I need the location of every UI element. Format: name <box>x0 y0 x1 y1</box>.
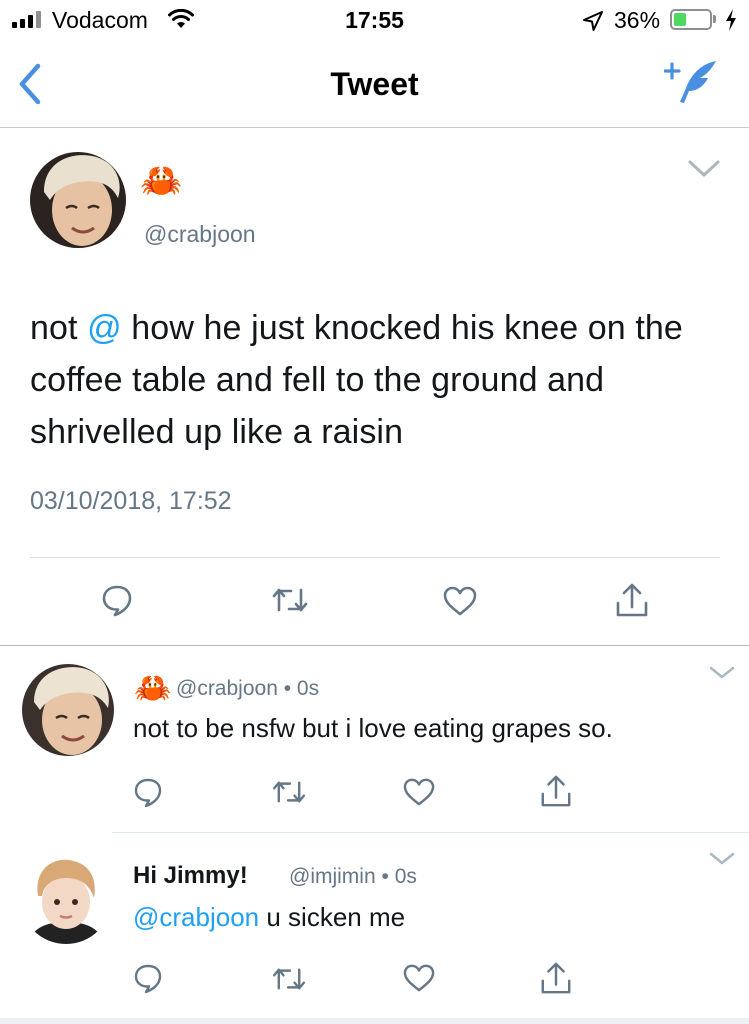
like-icon[interactable] <box>402 777 436 807</box>
tweet-timestamp: 03/10/2018, 17:52 <box>30 487 232 515</box>
reply-meta: @crabjoon • 0s <box>176 677 319 701</box>
chevron-down-icon[interactable] <box>687 158 721 180</box>
avatar[interactable] <box>22 664 114 756</box>
share-icon[interactable] <box>614 581 650 619</box>
reply-handle[interactable]: @crabjoon <box>176 677 278 700</box>
display-name-crab-emoji[interactable]: 🦀 <box>140 161 182 201</box>
divider <box>112 832 749 833</box>
reply-handle[interactable]: @imjimin <box>289 865 376 888</box>
reply-display-name[interactable]: Hi Jimmy! <box>133 862 248 890</box>
nav-divider <box>0 127 749 128</box>
reply-meta: @imjimin • 0s <box>289 865 417 889</box>
reply-icon[interactable] <box>133 777 163 809</box>
reply-icon[interactable] <box>101 584 133 618</box>
tweet-text: not @ how he just knocked his knee on th… <box>30 302 730 458</box>
reply-icon[interactable] <box>133 963 163 995</box>
compose-tweet-icon[interactable] <box>664 58 720 106</box>
charging-bolt-icon <box>726 9 736 31</box>
battery-icon <box>670 9 712 30</box>
like-icon[interactable] <box>442 585 478 617</box>
reply-text: @crabjoon u sicken me <box>133 902 405 933</box>
section-divider <box>0 645 749 646</box>
location-arrow-icon <box>583 11 603 31</box>
avatar[interactable] <box>20 852 112 944</box>
mention-link[interactable]: @crabjoon <box>133 902 259 932</box>
chevron-down-icon[interactable] <box>708 664 736 682</box>
page-title: Tweet <box>330 66 419 102</box>
chevron-down-icon[interactable] <box>708 850 736 868</box>
status-bar: Vodacom 17:55 36% <box>0 0 749 42</box>
meta-dot: • <box>283 677 292 700</box>
reply-time: 0s <box>296 677 320 700</box>
bottom-strip <box>0 1018 749 1024</box>
battery-cap <box>713 15 716 23</box>
divider <box>30 557 720 558</box>
reply-text-rest: u sicken me <box>259 902 406 932</box>
share-icon[interactable] <box>539 960 573 996</box>
author-handle[interactable]: @crabjoon <box>144 221 256 248</box>
meta-dot: • <box>381 865 389 888</box>
like-icon[interactable] <box>402 963 436 993</box>
share-icon[interactable] <box>539 773 573 809</box>
retweet-icon[interactable] <box>271 966 307 992</box>
reply-time: 0s <box>394 865 417 888</box>
reply-text: not to be nsfw but i love eating grapes … <box>133 713 613 743</box>
tweet-text-rest: how he just knocked his knee on the coff… <box>30 309 683 451</box>
avatar[interactable] <box>30 152 126 248</box>
retweet-icon[interactable] <box>271 779 307 805</box>
battery-percent: 36% <box>614 7 661 33</box>
mention-link[interactable]: @ <box>87 309 122 347</box>
display-name-crab-emoji[interactable]: 🦀 <box>134 672 171 706</box>
tweet-text-start: not <box>30 309 88 347</box>
retweet-icon[interactable] <box>271 586 309 614</box>
